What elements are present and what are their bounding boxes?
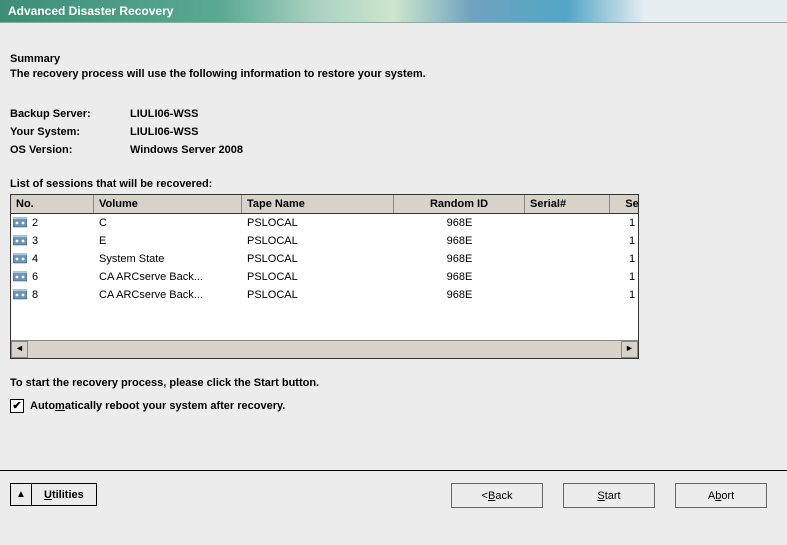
grid-body[interactable]: 2CPSLOCAL968E13EPSLOCAL968E14System Stat… [11, 214, 638, 304]
start-button[interactable]: Start [563, 483, 655, 508]
window-title: Advanced Disaster Recovery [0, 0, 787, 23]
col-tape[interactable]: Tape Name [242, 195, 394, 213]
table-row[interactable]: 4System StatePSLOCAL968E1 [11, 250, 638, 268]
cell-se: 1 [610, 286, 654, 304]
table-row[interactable]: 3EPSLOCAL968E1 [11, 232, 638, 250]
cell-volume: C [94, 214, 242, 232]
cell-random: 968E [394, 268, 525, 286]
backup-server-label: Backup Server: [10, 108, 130, 120]
cell-tape: PSLOCAL [242, 268, 394, 286]
check-icon: ✔ [12, 401, 21, 411]
cell-volume: CA ARCserve Back... [94, 268, 242, 286]
auto-reboot-checkbox[interactable]: ✔ [10, 399, 24, 413]
col-serial[interactable]: Serial# [525, 195, 610, 213]
cell-random: 968E [394, 232, 525, 250]
tape-icon [11, 232, 27, 250]
cell-tape: PSLOCAL [242, 286, 394, 304]
cell-serial [525, 250, 610, 268]
cell-no: 4 [27, 250, 94, 268]
abort-button[interactable]: Abort [675, 483, 767, 508]
cell-volume: CA ARCserve Back... [94, 286, 242, 304]
grid-blank [11, 304, 638, 340]
cell-serial [525, 232, 610, 250]
cell-se: 1 [610, 250, 654, 268]
sessions-grid: No. Volume Tape Name Random ID Serial# S… [10, 194, 639, 359]
cell-tape: PSLOCAL [242, 214, 394, 232]
utilities-button[interactable]: ▲ Utilities [10, 483, 97, 506]
cell-serial [525, 286, 610, 304]
footer-bar: ▲ Utilities < Back Start Abort [0, 470, 787, 545]
cell-tape: PSLOCAL [242, 232, 394, 250]
cell-se: 1 [610, 214, 654, 232]
cell-volume: E [94, 232, 242, 250]
grid-header: No. Volume Tape Name Random ID Serial# S… [11, 195, 638, 214]
cell-serial [525, 214, 610, 232]
os-version-value: Windows Server 2008 [130, 144, 243, 156]
your-system-label: Your System: [10, 126, 130, 138]
col-no[interactable]: No. [11, 195, 94, 213]
cell-se: 1 [610, 232, 654, 250]
back-button[interactable]: < Back [451, 483, 543, 508]
cell-no: 8 [27, 286, 94, 304]
tape-icon [11, 250, 27, 268]
col-se[interactable]: Se [610, 195, 654, 213]
cell-tape: PSLOCAL [242, 250, 394, 268]
scroll-left-button[interactable]: ◄ [11, 341, 28, 358]
cell-se: 1 [610, 268, 654, 286]
tape-icon [11, 214, 27, 232]
cell-random: 968E [394, 250, 525, 268]
cell-serial [525, 268, 610, 286]
cell-no: 2 [27, 214, 94, 232]
col-volume[interactable]: Volume [94, 195, 242, 213]
cell-no: 6 [27, 268, 94, 286]
horizontal-scrollbar[interactable]: ◄ ► [11, 340, 638, 358]
scroll-right-button[interactable]: ► [621, 341, 638, 358]
cell-volume: System State [94, 250, 242, 268]
sessions-heading: List of sessions that will be recovered: [10, 178, 777, 190]
table-row[interactable]: 6CA ARCserve Back...PSLOCAL968E1 [11, 268, 638, 286]
cell-random: 968E [394, 214, 525, 232]
utilities-arrow-icon: ▲ [11, 484, 32, 505]
summary-text: The recovery process will use the follow… [10, 68, 777, 80]
cell-no: 3 [27, 232, 94, 250]
recover-instruction: To start the recovery process, please cl… [10, 377, 777, 389]
os-version-label: OS Version: [10, 144, 130, 156]
table-row[interactable]: 2CPSLOCAL968E1 [11, 214, 638, 232]
cell-random: 968E [394, 286, 525, 304]
summary-heading: Summary [10, 53, 777, 65]
backup-server-value: LIULI06-WSS [130, 108, 198, 120]
tape-icon [11, 286, 27, 304]
col-random[interactable]: Random ID [394, 195, 525, 213]
auto-reboot-label: Automatically reboot your system after r… [30, 400, 285, 412]
table-row[interactable]: 8CA ARCserve Back...PSLOCAL968E1 [11, 286, 638, 304]
tape-icon [11, 268, 27, 286]
your-system-value: LIULI06-WSS [130, 126, 198, 138]
